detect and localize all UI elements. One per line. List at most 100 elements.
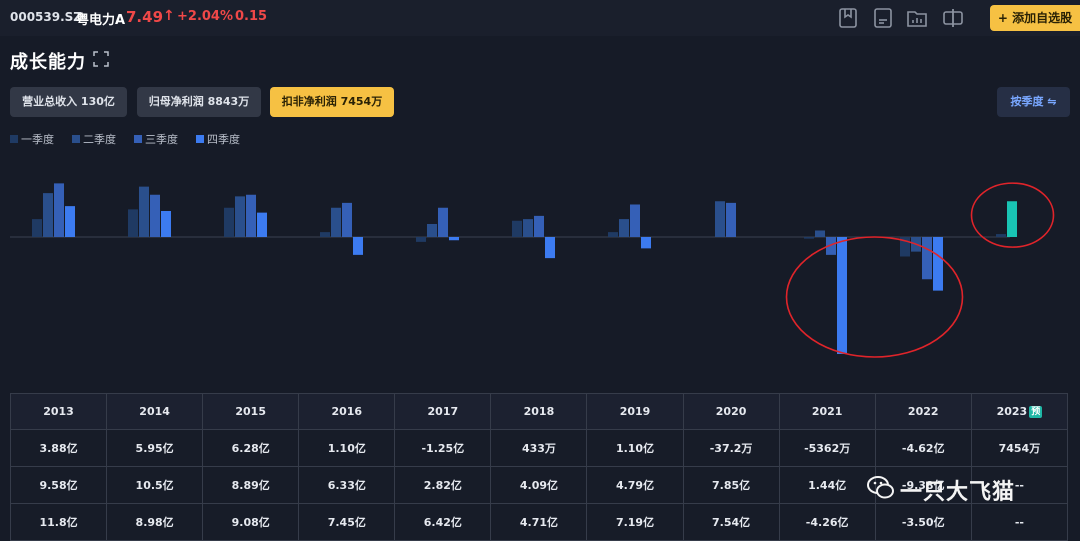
bookmark-icon[interactable] <box>837 7 859 29</box>
bar-2014-q4[interactable] <box>161 211 171 237</box>
split-view-icon[interactable] <box>942 7 964 29</box>
bar-2014-q1[interactable] <box>128 209 138 237</box>
bar-2021-q2[interactable] <box>815 230 825 238</box>
bar-2021-q1[interactable] <box>804 237 814 239</box>
stock-code: 000539.SZ <box>10 10 82 24</box>
table-header-cell: 2022 <box>874 393 972 430</box>
table-cell: 4.79亿 <box>586 466 684 504</box>
legend-label-q3: 三季度 <box>145 133 178 146</box>
bar-2016-q2[interactable] <box>331 207 341 237</box>
quarterly-bar-chart <box>10 182 1055 358</box>
table-cell: 433万 <box>490 429 588 467</box>
bar-2023-q2[interactable] <box>1007 201 1017 237</box>
up-arrow-icon: ↑ <box>163 8 175 24</box>
table-header-cell: 2013 <box>9 393 108 430</box>
metric-revenue-button[interactable]: 营业总收入 130亿 <box>10 87 127 117</box>
bar-2013-q4[interactable] <box>65 206 75 237</box>
bar-2020-q2[interactable] <box>715 201 725 237</box>
bar-2018-q4[interactable] <box>545 237 555 259</box>
table-cell: 11.8亿 <box>9 503 108 541</box>
bar-2019-q1[interactable] <box>608 232 618 237</box>
legend-item-q3[interactable]: 三季度 <box>134 131 178 147</box>
legend-swatch-q4 <box>196 135 204 143</box>
bar-2016-q1[interactable] <box>320 232 330 237</box>
legend-swatch-q1 <box>10 135 18 143</box>
folder-chart-icon[interactable] <box>906 7 928 29</box>
legend-swatch-q2 <box>72 135 80 143</box>
metric-deducted-profit-button[interactable]: 扣非净利润 7454万 <box>270 87 394 117</box>
bar-2016-q3[interactable] <box>342 202 352 237</box>
bar-2018-q3[interactable] <box>534 215 544 237</box>
bar-2013-q1[interactable] <box>32 219 42 237</box>
table-cell: -5362万 <box>778 429 876 467</box>
table-cell: -4.26亿 <box>778 503 876 541</box>
add-watchlist-button[interactable]: + 添加自选股 <box>990 5 1080 31</box>
table-header-row: 2013 2014 2015 2016 2017 2018 2019 2020 … <box>9 393 1069 430</box>
table-cell: 5.95亿 <box>106 429 204 467</box>
bar-2017-q4[interactable] <box>449 237 459 241</box>
bar-2015-q2[interactable] <box>235 196 245 237</box>
bar-2014-q2[interactable] <box>139 186 149 237</box>
bar-2017-q2[interactable] <box>427 224 437 237</box>
bar-2019-q3[interactable] <box>630 204 640 238</box>
table-cell: -3.50亿 <box>874 503 972 541</box>
table-cell: 8.89亿 <box>202 466 300 504</box>
bar-2017-q1[interactable] <box>416 237 426 242</box>
stock-change-pct: +2.04% <box>177 9 233 24</box>
bar-2018-q2[interactable] <box>523 219 533 237</box>
table-cell: 3.88亿 <box>9 429 108 467</box>
table-cell: 7454万 <box>970 429 1069 467</box>
table-cell: 6.28亿 <box>202 429 300 467</box>
metric-net-profit-button[interactable]: 归母净利润 8843万 <box>137 87 261 117</box>
forecast-badge: 预 <box>1029 406 1043 418</box>
bar-2019-q2[interactable] <box>619 219 629 237</box>
section-title: 成长能力 <box>10 52 86 73</box>
document-icon[interactable] <box>872 7 894 29</box>
bar-2013-q3[interactable] <box>54 183 64 237</box>
table-header-cell: 2016 <box>298 393 396 430</box>
table-header-year: 2023 <box>996 405 1028 418</box>
bar-2022-q4[interactable] <box>933 237 943 291</box>
table-cell: 2.82亿 <box>394 466 492 504</box>
bar-2015-q4[interactable] <box>257 212 267 237</box>
stock-name: 粤电力A <box>76 13 126 28</box>
table-cell: -1.25亿 <box>394 429 492 467</box>
table-cell: 7.54亿 <box>682 503 780 541</box>
table-header-cell: 2017 <box>394 393 492 430</box>
table-cell: -37.2万 <box>682 429 780 467</box>
table-cell: 1.44亿 <box>778 466 876 504</box>
table-cell: 7.45亿 <box>298 503 396 541</box>
by-quarter-button[interactable]: 按季度 ⇋ <box>997 87 1070 117</box>
bar-2019-q4[interactable] <box>641 237 651 249</box>
bar-2022-q3[interactable] <box>922 237 932 280</box>
bar-2014-q3[interactable] <box>150 194 160 237</box>
bar-2021-q4[interactable] <box>837 237 847 354</box>
expand-icon[interactable] <box>93 51 109 67</box>
table-cell: 1.10亿 <box>586 429 684 467</box>
bar-2016-q4[interactable] <box>353 237 363 255</box>
legend-label-q1: 一季度 <box>21 133 54 146</box>
bar-2013-q2[interactable] <box>43 193 53 237</box>
table-row: 3.88亿 5.95亿 6.28亿 1.10亿 -1.25亿 433万 1.10… <box>9 429 1069 467</box>
table-header-cell: 2015 <box>202 393 300 430</box>
stock-change-amt: 0.15 <box>235 9 268 24</box>
legend-item-q2[interactable]: 二季度 <box>72 131 116 147</box>
bar-2015-q3[interactable] <box>246 194 256 237</box>
table-cell: 10.5亿 <box>106 466 204 504</box>
bar-2017-q3[interactable] <box>438 207 448 237</box>
legend-item-q1[interactable]: 一季度 <box>10 131 54 147</box>
bar-2020-q3[interactable] <box>726 202 736 237</box>
annotation-circle-2021 <box>785 236 964 358</box>
table-cell: 4.09亿 <box>490 466 588 504</box>
stock-price: 7.49 <box>126 8 164 26</box>
top-bar: 000539.SZ 粤电力A 7.49 ↑ +2.04% 0.15 + 添加自选… <box>0 0 1080 36</box>
bar-2018-q1[interactable] <box>512 220 522 237</box>
table-cell: 9.08亿 <box>202 503 300 541</box>
bar-2023-q1[interactable] <box>996 234 1006 237</box>
legend-swatch-q3 <box>134 135 142 143</box>
table-cell: 6.42亿 <box>394 503 492 541</box>
yearly-data-table: 2013 2014 2015 2016 2017 2018 2019 2020 … <box>9 393 1069 541</box>
table-cell: 7.85亿 <box>682 466 780 504</box>
bar-2015-q1[interactable] <box>224 207 234 237</box>
legend-item-q4[interactable]: 四季度 <box>196 131 240 147</box>
